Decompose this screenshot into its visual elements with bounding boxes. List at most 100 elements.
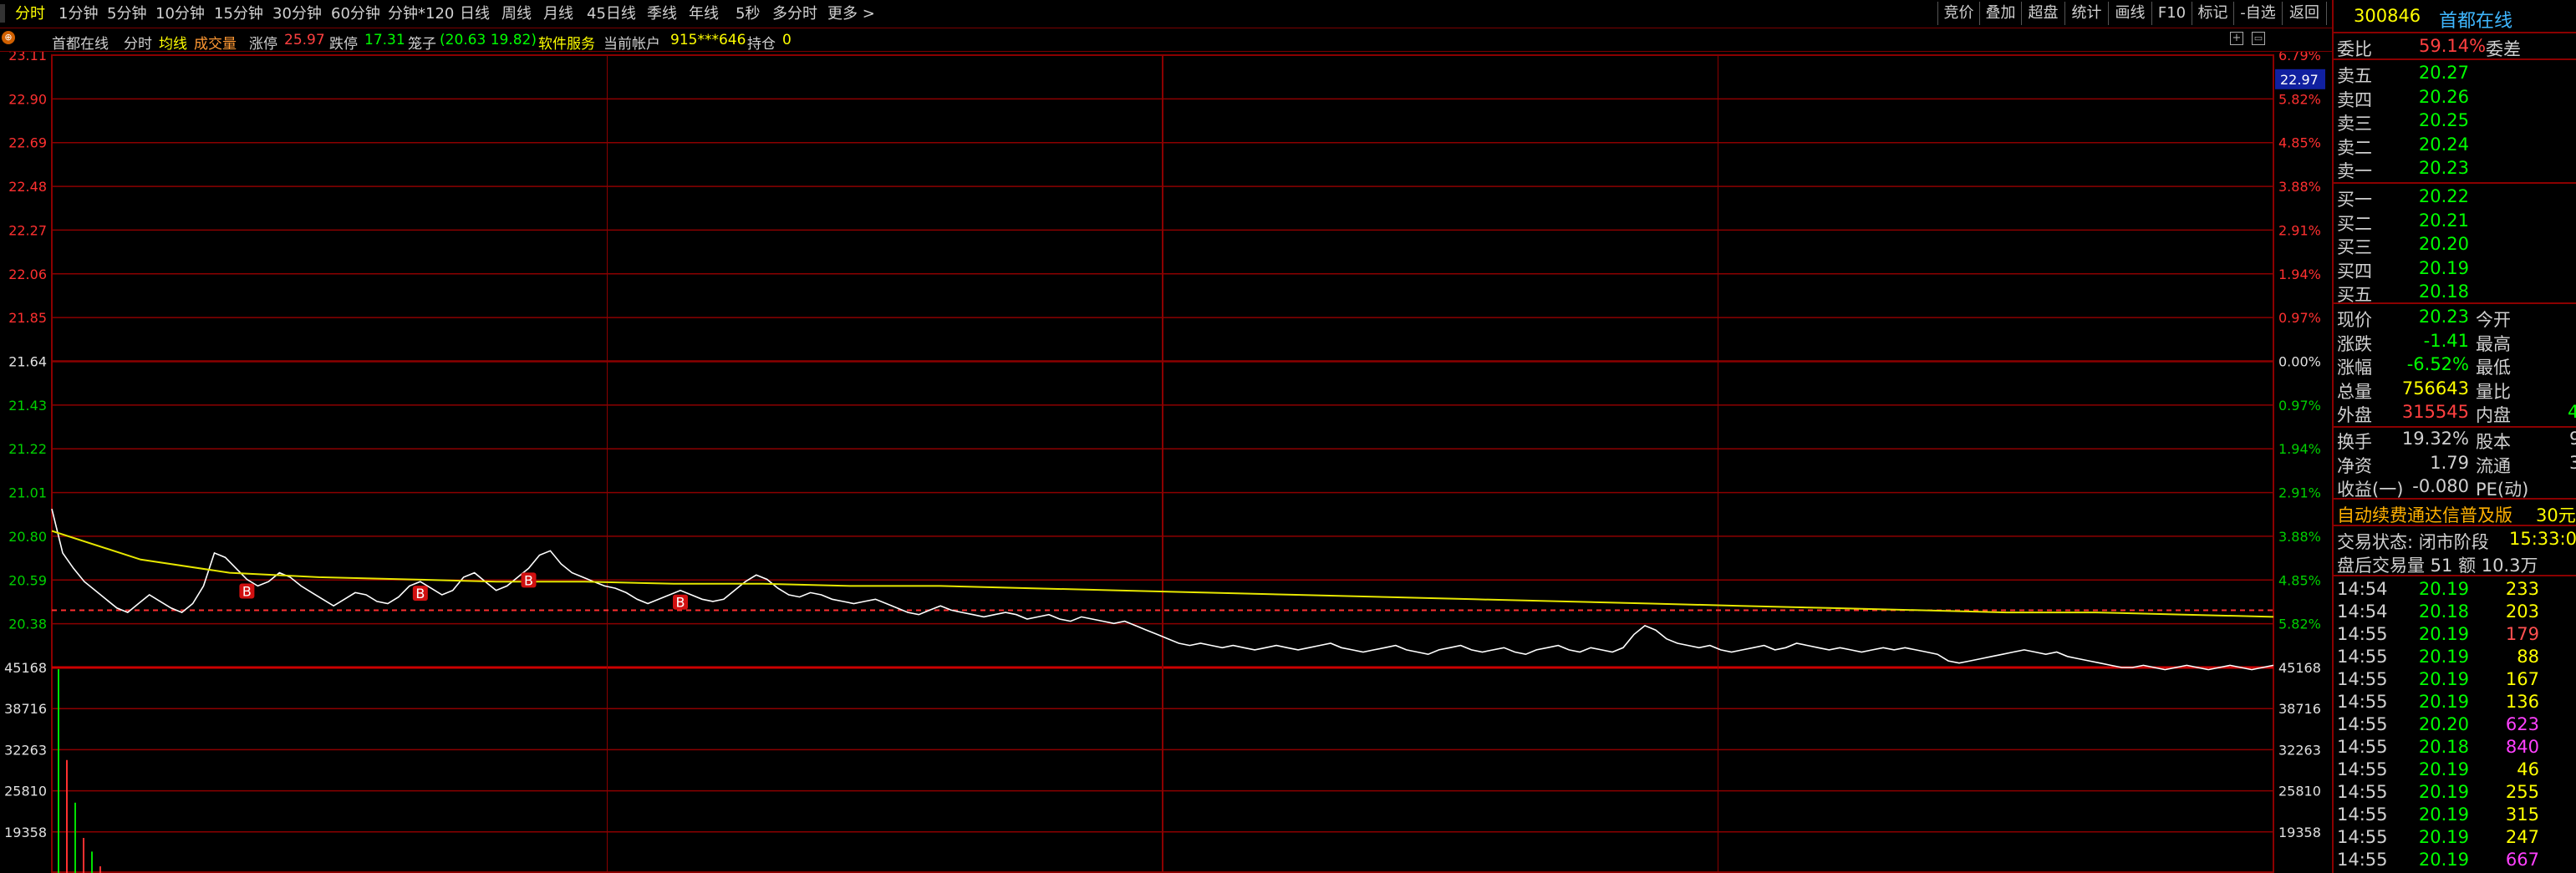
account-value: 915***646 — [670, 32, 746, 48]
volume-tick-label-right: 38716 — [2278, 701, 2321, 717]
cage-value: (20.63 19.82) — [440, 32, 537, 48]
bid-row: 买二 20.21 — [2334, 210, 2576, 234]
f10-button[interactable]: F10 — [2151, 2, 2192, 25]
auction-button[interactable]: 竞价 — [1937, 2, 1979, 25]
price-tick-label: 21.01 — [8, 485, 47, 501]
stat-label-2: 今开 — [2476, 310, 2511, 330]
tab-daily[interactable]: 日线 — [460, 3, 490, 25]
pct-tick-label: 3.88% — [2278, 529, 2321, 545]
stats-button[interactable]: 统计 — [2064, 2, 2108, 25]
tick-volume: 667 — [2505, 850, 2539, 870]
tab-weekly[interactable]: 周线 — [501, 3, 532, 25]
buy-marker-label: B — [676, 595, 685, 611]
tick-row: 14:55 20.19 88 — [2334, 646, 2576, 669]
toolbar-left-marker — [0, 4, 5, 23]
pct-tick-label: 3.88% — [2278, 179, 2321, 195]
tick-volume: 167 — [2505, 669, 2539, 689]
bid-row: 买四 20.19 — [2334, 257, 2576, 282]
stat-label-2: 量比 — [2476, 381, 2511, 402]
tab-5min[interactable]: 5分钟 — [107, 3, 146, 25]
price-tick-label: 22.90 — [8, 91, 47, 107]
price-tick-label: 21.64 — [8, 354, 47, 370]
tick-volume: 46 — [2517, 759, 2539, 779]
weibi-label: 委比 — [2337, 39, 2372, 59]
pct-tick-label: 4.85% — [2278, 572, 2321, 588]
promo-text[interactable]: 自动续费通达信普及版 — [2337, 502, 2512, 527]
trade-time: 15:33:09 — [2509, 529, 2576, 549]
sector-link[interactable]: 软件服务 — [538, 32, 595, 53]
volume-label[interactable]: 成交量 — [194, 32, 237, 53]
tab-yearly[interactable]: 年线 — [689, 3, 719, 25]
period-toolbar: 分时 1分钟 5分钟 10分钟 15分钟 30分钟 60分钟 分钟*120 日线… — [0, 0, 2332, 28]
tab-60min[interactable]: 60分钟 — [331, 3, 380, 25]
ask-price: 20.23 — [2418, 158, 2469, 178]
superview-button[interactable]: 超盘 — [2021, 2, 2064, 25]
tick-row: 14:54 20.18 203 — [2334, 601, 2576, 624]
intraday-chart[interactable]: 23.11 6.79% 22.90 5.82% 22.69 4.85% 22.48 3.88%… — [0, 52, 2332, 873]
tick-row: 14:55 20.19 247 — [2334, 826, 2576, 850]
pct-tick-label: 0.00% — [2278, 354, 2321, 370]
weicha-label: 委差 — [2486, 39, 2521, 59]
remove-watchlist-button[interactable]: -自选 — [2233, 2, 2282, 25]
back-button[interactable]: 返回 — [2282, 2, 2327, 25]
ask-row: 卖四 20.26 — [2334, 86, 2576, 110]
tab-30min[interactable]: 30分钟 — [272, 3, 322, 25]
volume-tick-label: 25810 — [4, 784, 47, 799]
info-badge-icon[interactable]: ⊕ — [2, 31, 15, 44]
promo-price[interactable]: 30元 — [2536, 502, 2576, 527]
ask-price: 20.24 — [2418, 134, 2469, 155]
pct-tick-label: 4.85% — [2278, 135, 2321, 151]
quote-panel: 300846 首都在线 委比 59.14% 委差 卖五 20.27 卖四 20.26 卖… — [2332, 0, 2576, 873]
stat2-value: 19.32% — [2401, 429, 2469, 449]
volume-tick-label: 32263 — [4, 742, 47, 758]
stat-row: 涨跌 -1.41 最高 — [2334, 330, 2576, 354]
buy-marker-label: B — [415, 586, 425, 601]
expand-icon[interactable]: ▭ — [2252, 32, 2265, 45]
trade-status: 交易状态: 闭市阶段 — [2337, 532, 2489, 552]
tab-15min[interactable]: 15分钟 — [214, 3, 263, 25]
bid-row: 买一 20.22 — [2334, 185, 2576, 210]
weibi-value: 59.14% — [2419, 36, 2487, 56]
tab-1min[interactable]: 1分钟 — [59, 3, 98, 25]
pct-tick-label: 1.94% — [2278, 441, 2321, 457]
price-tick-label: 23.11 — [8, 52, 47, 63]
overlay-button[interactable]: 叠加 — [1979, 2, 2021, 25]
tab-monthly[interactable]: 月线 — [543, 3, 573, 25]
avg-line-label[interactable]: 均线 — [159, 32, 187, 53]
stat2-label-2: 流通 — [2476, 455, 2511, 476]
stat2-partial: 3 — [2569, 453, 2576, 473]
tab-5sec[interactable]: 5秒 — [736, 3, 760, 25]
tick-row: 14:55 20.19 255 — [2334, 781, 2576, 804]
tick-volume: 840 — [2505, 737, 2539, 757]
stat-value: -1.41 — [2423, 330, 2469, 351]
volume-tick-label-right: 19358 — [2278, 825, 2321, 840]
limit-up-value: 25.97 — [284, 32, 325, 48]
quote-stock-name: 首都在线 — [2439, 11, 2513, 32]
stat-row: 涨幅 -6.52% 最低 — [2334, 353, 2576, 378]
tab-45day[interactable]: 45日线 — [587, 3, 636, 25]
limit-up-label: 涨停 — [249, 36, 277, 53]
tab-more[interactable]: 更多 > — [827, 3, 875, 25]
draw-line-button[interactable]: 画线 — [2108, 2, 2151, 25]
tab-10min[interactable]: 10分钟 — [155, 3, 205, 25]
volume-tick-label: 38716 — [4, 701, 47, 717]
tab-multi-fenshi[interactable]: 多分时 — [772, 3, 817, 25]
tick-row: 14:55 20.19 667 — [2334, 849, 2576, 872]
tick-volume: 233 — [2505, 579, 2539, 599]
stat2-label-2: 股本 — [2476, 432, 2511, 452]
stat-row: 总量 756643 量比 — [2334, 378, 2576, 402]
tick-volume: 136 — [2505, 692, 2539, 712]
tab-quarterly[interactable]: 季线 — [647, 3, 677, 25]
tab-fenshi[interactable]: 分时 — [15, 3, 45, 25]
tab-120min[interactable]: 分钟*120 — [388, 3, 454, 25]
pct-tick-label: 2.91% — [2278, 222, 2321, 238]
add-indicator-icon[interactable]: + — [2230, 32, 2243, 45]
price-tick-label: 21.43 — [8, 398, 47, 414]
stat-label-2: 内盘 — [2476, 405, 2511, 425]
ask-price: 20.25 — [2418, 110, 2469, 130]
cage-label: 笼子 — [408, 36, 436, 53]
stat-value: 20.23 — [2418, 307, 2469, 327]
pct-tick-label: 5.82% — [2278, 91, 2321, 107]
mark-button[interactable]: 标记 — [2192, 2, 2233, 25]
stat2-value: 1.79 — [2430, 452, 2469, 473]
